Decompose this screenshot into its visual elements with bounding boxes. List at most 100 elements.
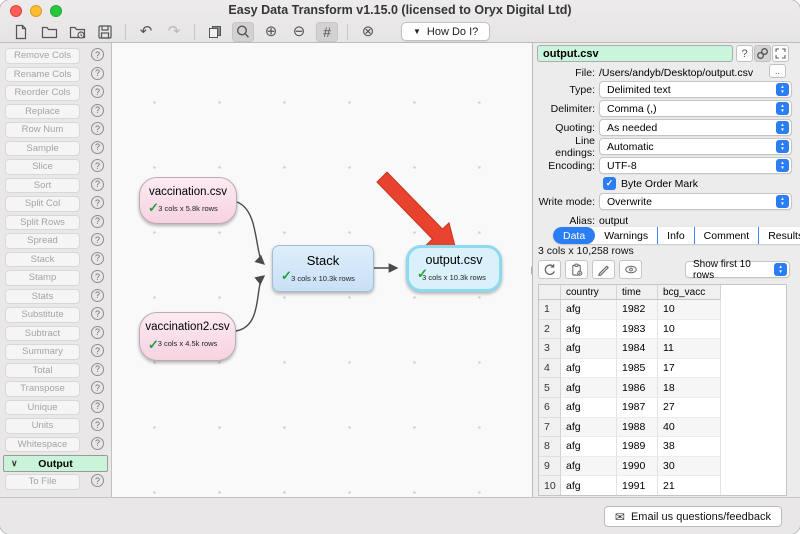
transform-button[interactable]: Spread: [5, 233, 80, 249]
sidebar-row: Units ?: [0, 417, 111, 436]
cell-time: 1989: [617, 437, 658, 457]
tab-warnings[interactable]: Warnings: [595, 227, 657, 244]
transform-button[interactable]: Slice: [5, 159, 80, 175]
stepper-icon: [776, 195, 789, 208]
email-feedback-button[interactable]: ✉ Email us questions/feedback: [604, 506, 782, 527]
node-vaccination2-csv[interactable]: vaccination2.csv 3 cols x 4.5k rows ✓: [139, 312, 236, 361]
sidebar-section-output[interactable]: ∨ Output: [3, 455, 108, 472]
tab-info[interactable]: Info: [657, 227, 694, 244]
transform-button[interactable]: Stack: [5, 252, 80, 268]
undo-icon[interactable]: ↶: [135, 22, 157, 42]
byte-order-mark-checkbox[interactable]: ✓: [603, 177, 616, 190]
encoding-label: Encoding:: [533, 160, 595, 172]
transform-button[interactable]: Stats: [5, 289, 80, 305]
redo-icon[interactable]: ↷: [163, 22, 185, 42]
transform-button[interactable]: Units: [5, 418, 80, 434]
write-mode-select[interactable]: Overwrite: [599, 193, 792, 210]
table-row: 7 afg 1988 40: [539, 418, 786, 438]
email-feedback-label: Email us questions/feedback: [631, 511, 771, 523]
help-icon[interactable]: ?: [91, 474, 104, 487]
transform-button[interactable]: Stamp: [5, 270, 80, 286]
view-eye-icon[interactable]: [619, 260, 642, 279]
transform-button[interactable]: Row Num: [5, 122, 80, 138]
transform-button[interactable]: Whitespace: [5, 437, 80, 453]
browse-file-button[interactable]: ..: [769, 64, 786, 78]
help-icon[interactable]: ?: [91, 252, 104, 265]
transform-button[interactable]: Substitute: [5, 307, 80, 323]
help-icon[interactable]: ?: [736, 45, 753, 62]
tab-results[interactable]: Results: [758, 227, 800, 244]
help-icon[interactable]: ?: [91, 233, 104, 246]
tab-comment[interactable]: Comment: [694, 227, 759, 244]
how-do-i-button[interactable]: ▼ How Do I?: [401, 22, 490, 41]
line-endings-select[interactable]: Automatic: [599, 138, 792, 155]
open-file-icon[interactable]: [38, 22, 60, 42]
transform-button[interactable]: Reorder Cols: [5, 85, 80, 101]
help-icon[interactable]: ?: [91, 159, 104, 172]
zoom-out-icon[interactable]: ⊖: [288, 22, 310, 42]
transform-button[interactable]: Subtract: [5, 326, 80, 342]
help-icon[interactable]: ?: [91, 307, 104, 320]
transform-button[interactable]: Summary: [5, 344, 80, 360]
copy-to-clipboard-icon[interactable]: [565, 260, 588, 279]
to-file-button[interactable]: To File: [5, 474, 80, 490]
duplicate-icon[interactable]: [204, 22, 226, 42]
transform-button[interactable]: Split Rows: [5, 215, 80, 231]
cancel-icon[interactable]: ⊗: [357, 22, 379, 42]
delimiter-select[interactable]: Comma (,): [599, 100, 792, 117]
help-icon[interactable]: ?: [91, 381, 104, 394]
help-icon[interactable]: ?: [91, 344, 104, 357]
rows-shown-select[interactable]: Show first 10 rows: [685, 261, 790, 278]
app-window: Easy Data Transform v1.15.0 (licensed to…: [0, 0, 800, 534]
transform-button[interactable]: Remove Cols: [5, 48, 80, 64]
type-select[interactable]: Delimited text: [599, 81, 792, 98]
tab-data[interactable]: Data: [553, 227, 595, 244]
node-vaccination-csv[interactable]: vaccination.csv 3 cols x 5.8k rows ✓: [139, 177, 237, 224]
snap-to-grid-icon[interactable]: #: [316, 22, 338, 42]
status-bar: ✉ Email us questions/feedback: [0, 497, 800, 534]
help-icon[interactable]: ?: [91, 48, 104, 61]
transform-button[interactable]: Sample: [5, 141, 80, 157]
help-icon[interactable]: ?: [91, 85, 104, 98]
encoding-select[interactable]: UTF-8: [599, 157, 792, 174]
help-icon[interactable]: ?: [91, 437, 104, 450]
link-icon[interactable]: [754, 45, 771, 62]
node-output-csv[interactable]: output.csv 3 cols x 10.3k rows ✓: [406, 245, 502, 292]
help-icon[interactable]: ?: [91, 141, 104, 154]
refresh-icon[interactable]: [538, 260, 561, 279]
help-icon[interactable]: ?: [91, 215, 104, 228]
help-icon[interactable]: ?: [91, 67, 104, 80]
sidebar-row: Summary ?: [0, 343, 111, 362]
transform-button[interactable]: Unique: [5, 400, 80, 416]
table-row: 2 afg 1983 10: [539, 320, 786, 340]
help-icon[interactable]: ?: [91, 289, 104, 302]
transform-button[interactable]: Rename Cols: [5, 67, 80, 83]
search-icon[interactable]: [232, 22, 254, 42]
node-stack[interactable]: Stack 3 cols x 10.3k rows ✓: [272, 245, 374, 292]
transform-button[interactable]: Replace: [5, 104, 80, 120]
open-recent-icon[interactable]: [66, 22, 88, 42]
help-icon[interactable]: ?: [91, 363, 104, 376]
expand-icon[interactable]: [772, 45, 789, 62]
transform-button[interactable]: Split Col: [5, 196, 80, 212]
quoting-select[interactable]: As needed: [599, 119, 792, 136]
transform-button[interactable]: Transpose: [5, 381, 80, 397]
help-icon[interactable]: ?: [91, 178, 104, 191]
help-icon[interactable]: ?: [91, 104, 104, 117]
flow-canvas[interactable]: vaccination.csv 3 cols x 5.8k rows ✓ vac…: [112, 43, 533, 497]
zoom-in-icon[interactable]: ⊕: [260, 22, 282, 42]
help-icon[interactable]: ?: [91, 400, 104, 413]
save-icon[interactable]: [94, 22, 116, 42]
new-document-icon[interactable]: [10, 22, 32, 42]
file-row: File: /Users/andyb/Desktop/output.csv ..: [533, 64, 792, 81]
node-name-input[interactable]: [537, 45, 733, 62]
transform-button[interactable]: Total: [5, 363, 80, 379]
help-icon[interactable]: ?: [91, 122, 104, 135]
help-icon[interactable]: ?: [91, 196, 104, 209]
help-icon[interactable]: ?: [91, 418, 104, 431]
help-icon[interactable]: ?: [91, 270, 104, 283]
help-icon[interactable]: ?: [91, 326, 104, 339]
alias-value[interactable]: output: [599, 215, 628, 227]
edit-pencil-icon[interactable]: [592, 260, 615, 279]
transform-button[interactable]: Sort: [5, 178, 80, 194]
